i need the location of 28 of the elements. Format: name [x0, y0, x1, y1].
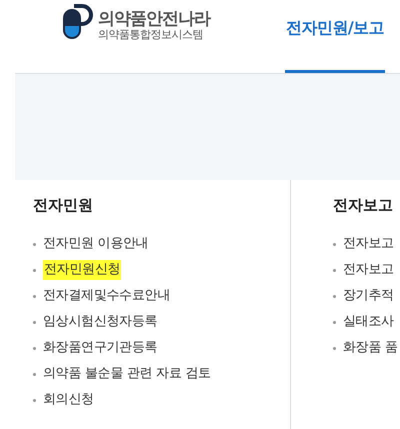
bullet-icon	[333, 242, 336, 246]
menu-link[interactable]: 장기추적	[343, 286, 394, 306]
menu-link[interactable]: 회의신청	[43, 390, 94, 410]
menu-link[interactable]: 전자민원 이용안내	[43, 234, 148, 254]
menu-link[interactable]: 의약품 불순물 관련 자료 검토	[43, 364, 211, 384]
menu-link[interactable]: 실태조사	[343, 312, 394, 332]
menu-link[interactable]: 전자보고	[343, 234, 394, 254]
bullet-icon	[33, 346, 36, 350]
bullet-icon	[33, 268, 36, 272]
bullet-icon	[333, 346, 336, 350]
menu-heading: 전자민원	[33, 195, 94, 216]
menu-link[interactable]: 전자결제및수수료안내	[43, 286, 170, 306]
logo-name: 의약품안전나라	[98, 10, 210, 28]
menu-link[interactable]: 화장품연구기관등록	[43, 338, 158, 358]
bullet-icon	[333, 294, 336, 298]
bullet-icon	[33, 242, 36, 246]
menu-link[interactable]: 전자보고	[343, 260, 394, 280]
bullet-icon	[33, 320, 36, 324]
menu-heading: 전자보고	[333, 195, 394, 216]
menu-link[interactable]: 임상시험신청자등록	[43, 312, 158, 332]
bullet-icon	[333, 268, 336, 272]
bullet-icon	[33, 372, 36, 376]
bullet-icon	[333, 320, 336, 324]
menu-link[interactable]: 전자민원신청	[43, 260, 122, 280]
bullet-icon	[33, 294, 36, 298]
logo-subtitle: 의약품통합정보시스템	[98, 28, 204, 41]
bullet-icon	[33, 398, 36, 402]
menu-link[interactable]: 화장품 품	[343, 338, 398, 358]
